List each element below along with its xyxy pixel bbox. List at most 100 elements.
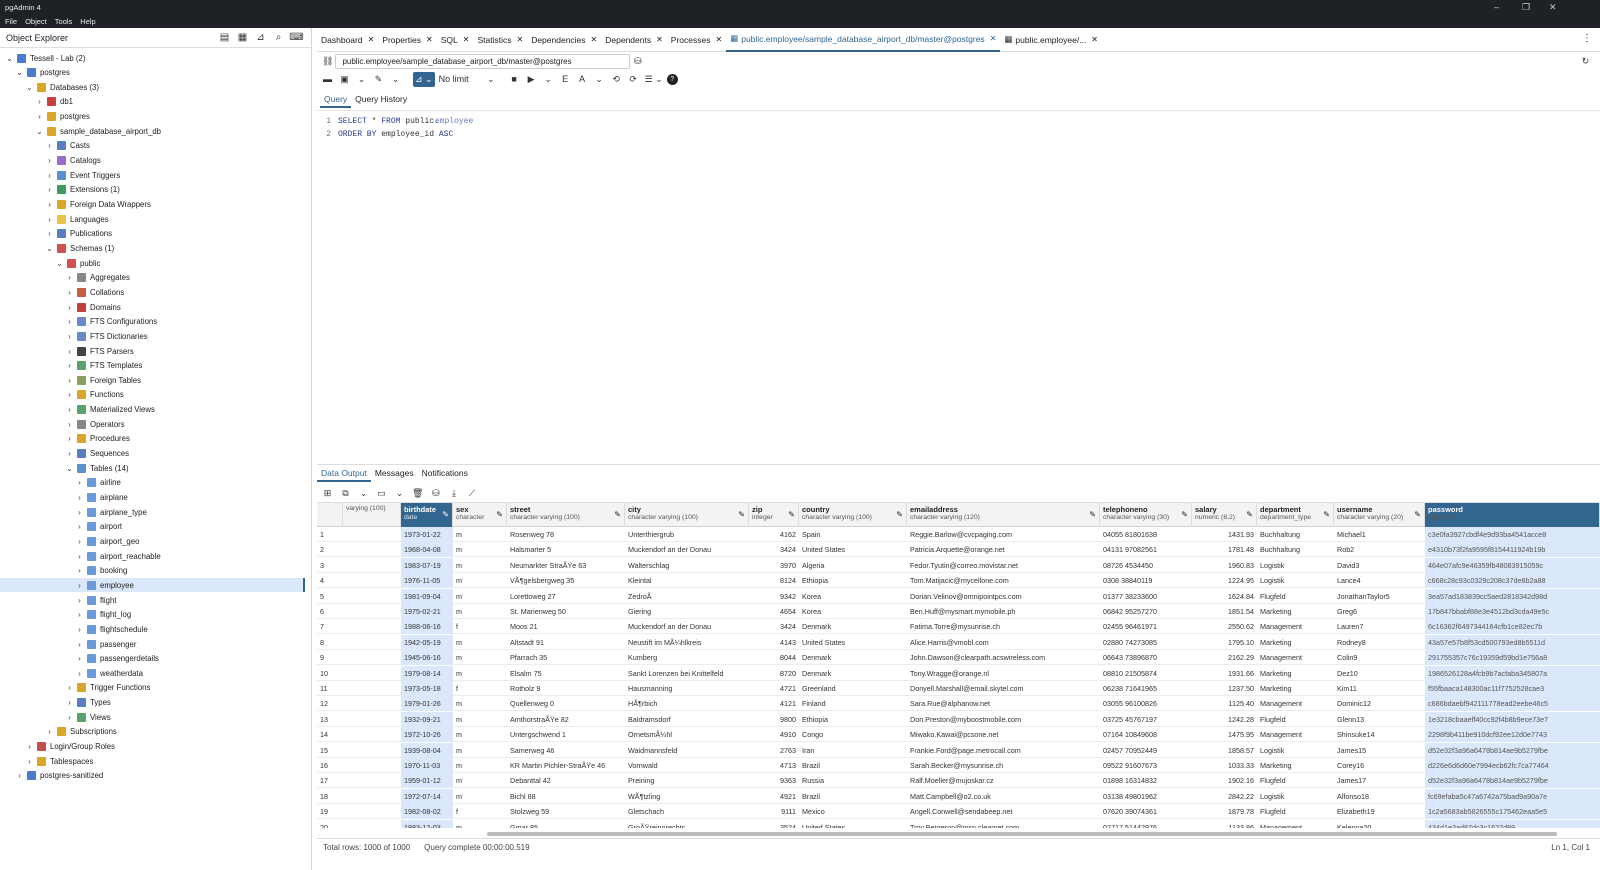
- table-cell[interactable]: 02455 96461971: [1100, 619, 1192, 634]
- table-cell[interactable]: [343, 789, 401, 804]
- table-cell[interactable]: 8720: [749, 666, 799, 681]
- chevron-right-icon[interactable]: ›: [45, 200, 54, 209]
- tree-node-employee[interactable]: › employee: [0, 578, 305, 593]
- table-cell[interactable]: [343, 820, 401, 828]
- table-cell[interactable]: KR Martin Pichler-StraÃŸe 46: [507, 758, 625, 773]
- chevron-right-icon[interactable]: ›: [65, 698, 74, 707]
- tree-node-booking[interactable]: › booking: [0, 564, 305, 578]
- table-cell[interactable]: 1975-02-21: [401, 604, 453, 619]
- table-cell[interactable]: m: [453, 727, 507, 742]
- tree-node-public[interactable]: ⌄ public: [0, 256, 305, 270]
- table-cell[interactable]: 1e3218cbaaeff40cc92f4b8b9ece73e7: [1425, 711, 1600, 727]
- tree-node-airport-geo[interactable]: › airport_geo: [0, 534, 305, 548]
- tree-node-login-group-roles[interactable]: › Login/Group Roles: [0, 740, 305, 754]
- table-cell[interactable]: Management: [1257, 727, 1334, 742]
- table-cell[interactable]: d52e32f3a96a6478b814ae9b5279fbe: [1425, 742, 1600, 758]
- table-cell[interactable]: Spain: [799, 527, 907, 542]
- row-number[interactable]: 4: [317, 573, 343, 588]
- chevron-right-icon[interactable]: ›: [65, 390, 74, 399]
- tab-query-history[interactable]: Query History: [351, 92, 411, 108]
- table-cell[interactable]: e4310b73f2fa9595f8154411924b19b: [1425, 542, 1600, 558]
- open-file-icon[interactable]: ▬: [320, 72, 335, 87]
- table-cell[interactable]: 4921: [749, 789, 799, 804]
- table-cell[interactable]: m: [453, 527, 507, 542]
- tree-node-publications[interactable]: › Publications: [0, 227, 305, 241]
- table-cell[interactable]: Flugfeld: [1257, 712, 1334, 727]
- table-cell[interactable]: Angell.Conwell@sendabeep.net: [907, 804, 1100, 819]
- tab-messages[interactable]: Messages: [371, 465, 418, 482]
- table-cell[interactable]: Denmark: [799, 650, 907, 665]
- column-header-street[interactable]: street character varying (100) ✎: [507, 503, 625, 527]
- row-number[interactable]: 5: [317, 589, 343, 604]
- tree-node-fts-configurations[interactable]: › FTS Configurations: [0, 315, 305, 329]
- tree-node-schemas-1[interactable]: ⌄ Schemas (1): [0, 241, 305, 255]
- table-cell[interactable]: James15: [1334, 743, 1425, 758]
- filter-icon[interactable]: ⊿ ⌄: [413, 71, 435, 87]
- table-cell[interactable]: [343, 712, 401, 727]
- edit-column-icon[interactable]: ✎: [738, 510, 745, 519]
- sql-editor[interactable]: 1 2 SELECT * FROM public.employee ORDER …: [317, 110, 1600, 461]
- table-row[interactable]: 13 1932-09-21 m AmthorstraÃŸe 82 Baldramsdor…: [317, 711, 1600, 727]
- chevron-right-icon[interactable]: ›: [75, 493, 84, 502]
- table-cell[interactable]: d226e6d6d60e7994ecb62fc7ca77464: [1425, 758, 1600, 773]
- tree-node-trigger-functions[interactable]: › Trigger Functions: [0, 681, 305, 695]
- table-cell[interactable]: 1983-12-03: [401, 819, 453, 828]
- chevron-right-icon[interactable]: ›: [25, 757, 34, 766]
- table-cell[interactable]: 08726 4534450: [1100, 558, 1192, 573]
- table-cell[interactable]: Debanttal 42: [507, 773, 625, 788]
- tree-node-postgres-sanitized[interactable]: › postgres-sanitized: [0, 769, 305, 783]
- close-tab-icon[interactable]: ✕: [990, 34, 997, 43]
- table-cell[interactable]: Troy.Bergeron@msn.clearnet.com: [907, 820, 1100, 828]
- edit-column-icon[interactable]: ✎: [788, 510, 795, 519]
- table-cell[interactable]: 06842 95257270: [1100, 604, 1192, 619]
- column-header-telephoneno[interactable]: telephoneno character varying (30) ✎: [1100, 503, 1192, 527]
- table-cell[interactable]: m: [453, 573, 507, 588]
- table-cell[interactable]: m: [453, 820, 507, 828]
- tree-node-event-triggers[interactable]: › Event Triggers: [0, 168, 305, 182]
- table-cell[interactable]: Neustift im MÃ¼hlkreis: [625, 635, 749, 650]
- tree-node-airport[interactable]: › airport: [0, 520, 305, 534]
- table-cell[interactable]: 1879.78: [1192, 804, 1257, 819]
- table-cell[interactable]: 1970-11-03: [401, 758, 453, 773]
- table-cell[interactable]: Flugfeld: [1257, 589, 1334, 604]
- column-header-country[interactable]: country character varying (100) ✎: [799, 503, 907, 527]
- tree-node-procedures[interactable]: › Procedures: [0, 432, 305, 446]
- chevron-right-icon[interactable]: ›: [15, 771, 24, 780]
- table-cell[interactable]: 4713: [749, 758, 799, 773]
- chevron-right-icon[interactable]: ›: [45, 215, 54, 224]
- table-cell[interactable]: Donyell.Marshall@email.skytel.com: [907, 681, 1100, 696]
- graph-icon[interactable]: ⟋: [464, 486, 479, 501]
- table-cell[interactable]: Marketing: [1257, 681, 1334, 696]
- close-tab-icon[interactable]: ✕: [516, 35, 523, 44]
- table-cell[interactable]: Greg6: [1334, 604, 1425, 619]
- table-cell[interactable]: Brazil: [799, 758, 907, 773]
- table-cell[interactable]: Lorettoweg 27: [507, 589, 625, 604]
- edit-column-icon[interactable]: ✎: [614, 510, 621, 519]
- tab-properties[interactable]: Properties ✕: [378, 28, 436, 52]
- table-cell[interactable]: 1431.93: [1192, 527, 1257, 542]
- tree-node-languages[interactable]: › Languages: [0, 212, 305, 226]
- table-row[interactable]: 18 1972-07-14 m Bichl 88 WÃ¶tzling 4921 Brazil…: [317, 788, 1600, 804]
- table-cell[interactable]: Dez10: [1334, 666, 1425, 681]
- tree-node-fts-templates[interactable]: › FTS Templates: [0, 359, 305, 373]
- tab-public-employee-sample-database-airport-db-master-postgres[interactable]: ▦ public.employee/sample_database_airport…: [726, 28, 1001, 52]
- table-cell[interactable]: 07620 39074361: [1100, 804, 1192, 819]
- chevron-right-icon[interactable]: ›: [75, 625, 84, 634]
- table-row[interactable]: 9 1945-06-16 m Pfarrach 35 Kumberg 8044 Denmar…: [317, 650, 1600, 666]
- tree-node-db1[interactable]: › db1: [0, 95, 305, 109]
- menu-file[interactable]: File: [5, 17, 17, 26]
- table-cell[interactable]: [343, 650, 401, 665]
- table-cell[interactable]: 1939-08-04: [401, 742, 453, 758]
- table-cell[interactable]: 3970: [749, 558, 799, 573]
- table-row[interactable]: 3 1983-07-19 m Neumarkter StraÃŸe 63 Walters…: [317, 557, 1600, 573]
- row-number[interactable]: 2: [317, 542, 343, 557]
- table-cell[interactable]: m: [453, 712, 507, 727]
- table-cell[interactable]: 9111: [749, 804, 799, 819]
- tab-query[interactable]: Query: [320, 92, 352, 108]
- table-cell[interactable]: United States: [799, 635, 907, 650]
- table-cell[interactable]: 01898 16314832: [1100, 773, 1192, 788]
- table-cell[interactable]: 3524: [749, 820, 799, 828]
- table-cell[interactable]: OrnetsmÃ¼hl: [625, 727, 749, 742]
- table-cell[interactable]: Kleintal: [625, 573, 749, 588]
- table-cell[interactable]: Reggie.Barlow@cvcpaging.com: [907, 527, 1100, 542]
